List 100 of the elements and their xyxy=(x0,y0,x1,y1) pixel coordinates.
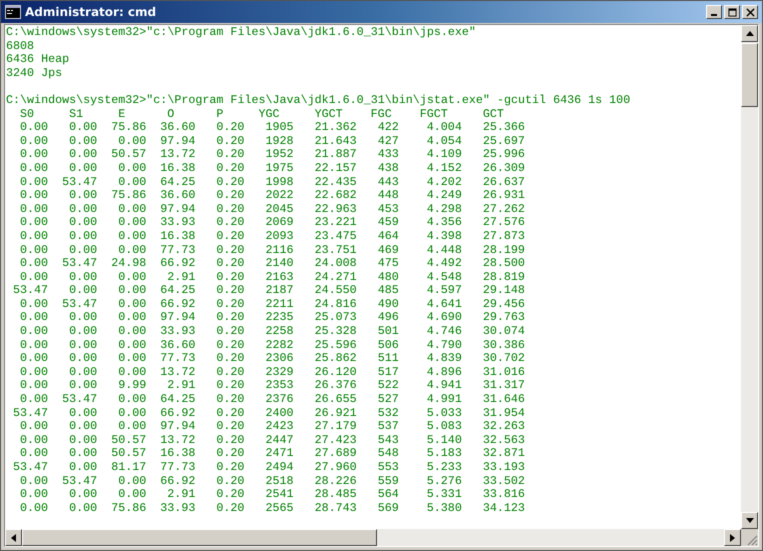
table-cell-text: 553 xyxy=(376,461,399,475)
scroll-right-button[interactable] xyxy=(724,529,741,546)
table-cell-text: 4.054 xyxy=(426,134,462,148)
table-cell-text: 4.548 xyxy=(426,270,462,284)
table-cell-text: 2022 xyxy=(264,189,294,203)
table-cell-text: 0.00 xyxy=(68,488,98,502)
table-cell-text: 0.00 xyxy=(117,162,146,176)
table-cell-text: 53.47 xyxy=(61,176,98,190)
console-line: 6808 xyxy=(6,40,34,54)
table-cell-text: 0.00 xyxy=(68,338,98,352)
table-cell-text: 66.92 xyxy=(159,298,196,312)
table-cell-text: 4.746 xyxy=(426,325,462,339)
table-cell-text: 5.083 xyxy=(426,420,462,434)
table-cell-text: 32.871 xyxy=(482,447,525,461)
table-cell-text: 0.00 xyxy=(68,284,98,298)
table-cell-text: 0.00 xyxy=(68,216,98,230)
table-cell-text: 4.790 xyxy=(426,338,462,352)
table-cell-text: 24.008 xyxy=(314,257,357,271)
scrollbar-thumb[interactable] xyxy=(22,529,377,546)
table-cell-text: 459 xyxy=(376,216,399,230)
table-cell-text: 0.00 xyxy=(19,311,48,326)
table-cell-text: 22.435 xyxy=(314,176,357,190)
table-cell-text: 0.20 xyxy=(215,366,244,380)
table-cell-text: 53.47 xyxy=(61,474,98,488)
scroll-down-button[interactable] xyxy=(741,512,758,529)
table-cell-text: 27.689 xyxy=(314,447,357,461)
table-cell-text: 0.00 xyxy=(19,121,48,135)
table-cell-text: 28.743 xyxy=(314,502,357,516)
table-cell-text: 0.00 xyxy=(68,121,98,135)
table-cell-text: 496 xyxy=(376,311,399,326)
column-header: O xyxy=(166,108,176,122)
table-cell-text: 25.366 xyxy=(482,121,525,135)
scrollbar-thumb[interactable] xyxy=(741,43,758,107)
table-cell-text: 30.702 xyxy=(482,352,525,366)
table-cell-text: 0.00 xyxy=(19,257,48,271)
table-cell-text: 50.57 xyxy=(110,148,146,162)
table-cell-text: 21.643 xyxy=(314,134,357,148)
table-cell-text: 27.960 xyxy=(314,461,357,475)
table-cell-text: 0.00 xyxy=(19,502,48,516)
table-cell-text: 5.183 xyxy=(426,447,462,461)
column-header: S1 xyxy=(68,108,84,122)
table-cell-text: 0.20 xyxy=(215,352,244,366)
table-cell-text: 53.47 xyxy=(61,257,98,271)
table-cell-text: 33.93 xyxy=(159,502,196,516)
table-cell-text: 21.887 xyxy=(314,148,357,162)
table-cell-text: 2187 xyxy=(264,284,294,298)
table-cell-text: 26.120 xyxy=(314,366,357,380)
table-cell-text: 0.00 xyxy=(19,216,48,230)
table-cell-text: 0.00 xyxy=(19,352,48,366)
table-cell-text: 4.690 xyxy=(426,311,462,326)
table-cell-text: 2494 xyxy=(264,461,294,475)
scroll-left-button[interactable] xyxy=(5,529,22,546)
table-cell-text: 0.00 xyxy=(117,474,146,488)
close-button[interactable] xyxy=(742,5,758,19)
table-cell-text: 97.94 xyxy=(159,311,196,326)
table-cell-text: 506 xyxy=(376,338,399,352)
column-header: E xyxy=(117,108,126,122)
table-cell-text: 25.697 xyxy=(482,134,525,148)
table-cell-text: 0.00 xyxy=(19,148,48,162)
table-cell-text: 448 xyxy=(376,189,399,203)
table-cell-text: 0.00 xyxy=(117,202,146,216)
table-cell-text: 4.448 xyxy=(426,244,462,258)
maximize-button[interactable] xyxy=(724,5,740,19)
console-line: 6436 Heap xyxy=(6,53,70,67)
table-cell-text: 0.00 xyxy=(19,474,48,488)
table-cell-text: 0.20 xyxy=(215,488,244,502)
table-cell-text: 36.60 xyxy=(159,189,196,203)
table-cell-text: 81.17 xyxy=(110,461,146,475)
table-cell-text: 0.00 xyxy=(19,270,48,284)
table-cell-text: 0.00 xyxy=(117,352,146,366)
table-cell-text: 2258 xyxy=(264,325,294,339)
table-cell-text: 31.646 xyxy=(482,393,525,407)
table-cell-text: 438 xyxy=(376,162,399,176)
table-cell-text: 21.362 xyxy=(314,121,357,135)
scroll-up-button[interactable] xyxy=(741,25,758,42)
table-cell-text: 0.00 xyxy=(68,461,98,475)
table-cell-text: 13.72 xyxy=(159,434,196,448)
table-cell-text: 0.00 xyxy=(19,447,48,461)
table-cell-text: 9.99 xyxy=(117,379,146,394)
table-cell-text: 64.25 xyxy=(159,393,196,407)
table-cell-text: 25.596 xyxy=(314,338,357,352)
table-cell-text: 0.20 xyxy=(215,284,244,298)
table-cell-text: 0.20 xyxy=(215,148,244,162)
vertical-scrollbar[interactable] xyxy=(741,25,758,529)
table-cell-text: 0.20 xyxy=(215,393,244,407)
table-cell-text: 13.72 xyxy=(159,366,196,380)
table-cell-text: 24.550 xyxy=(314,284,357,298)
table-cell-text: 0.20 xyxy=(215,216,244,230)
resize-grip[interactable] xyxy=(746,534,758,546)
table-cell-text: 0.20 xyxy=(215,230,244,244)
table-cell-text: 4.991 xyxy=(426,393,462,407)
table-cell-text: 501 xyxy=(376,325,399,339)
table-cell-text: 548 xyxy=(376,447,399,461)
table-cell-text: 2541 xyxy=(264,488,294,502)
table-cell-text: 2447 xyxy=(264,434,294,448)
table-cell-text: 4.249 xyxy=(426,189,462,203)
horizontal-scrollbar[interactable] xyxy=(5,529,741,546)
table-cell-text: 0.00 xyxy=(68,434,98,448)
minimize-button[interactable] xyxy=(706,5,722,19)
table-cell-text: 25.996 xyxy=(482,148,525,162)
